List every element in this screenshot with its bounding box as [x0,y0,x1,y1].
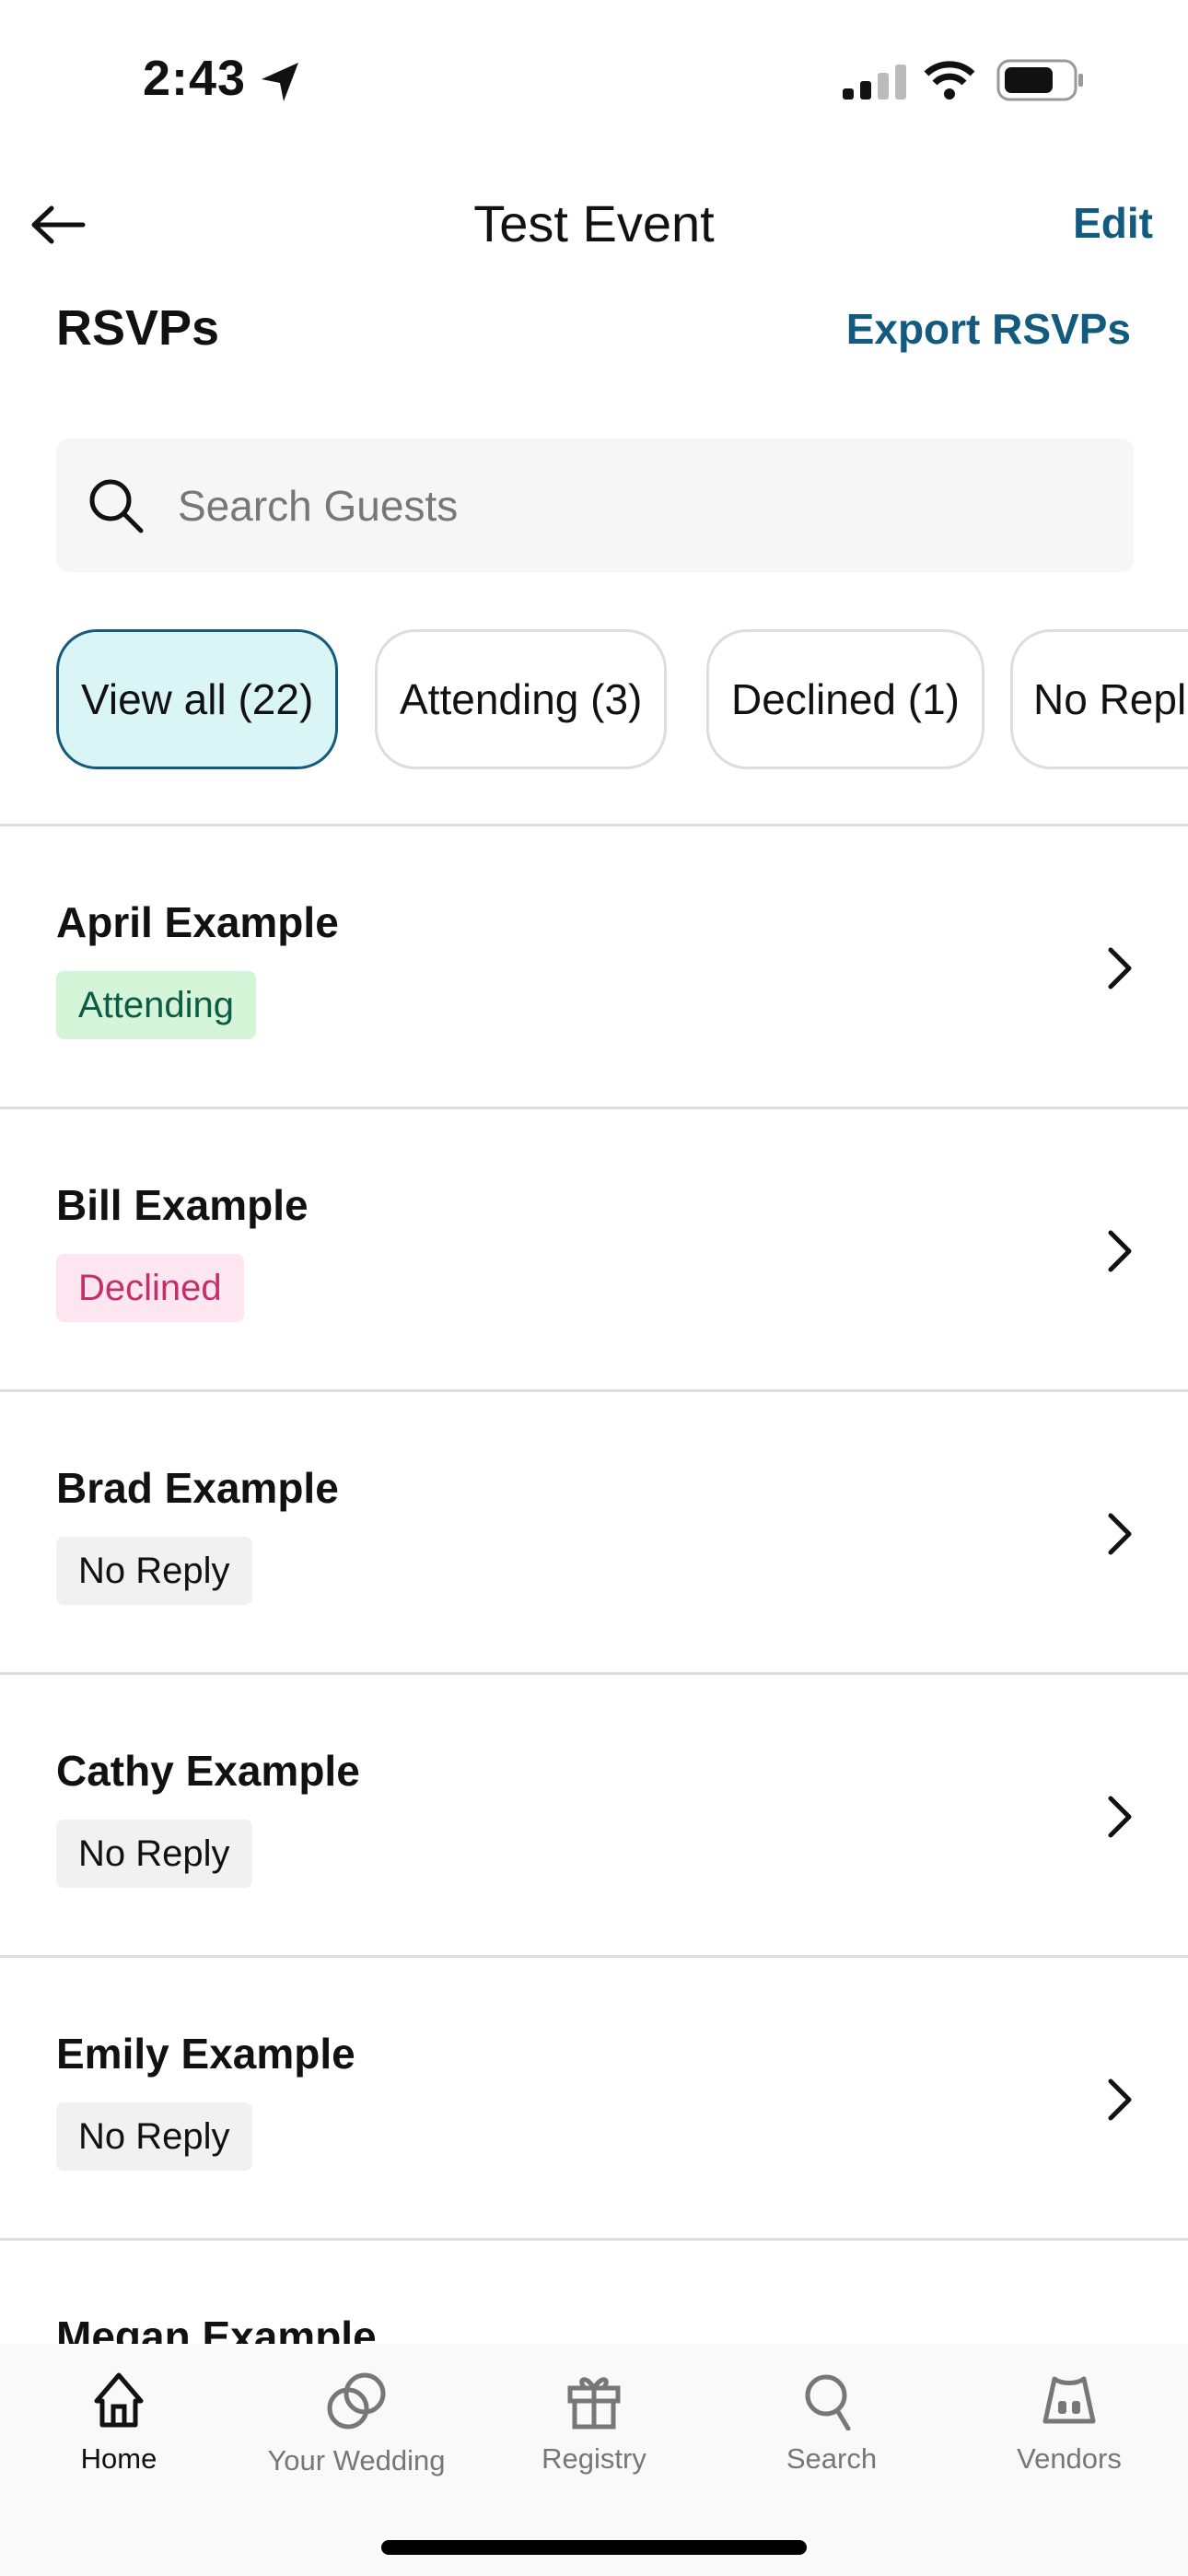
battery-icon [996,59,1083,101]
search-input[interactable]: Search Guests [56,439,1134,572]
filter-no-reply[interactable]: No Repl [1010,629,1188,769]
location-arrow-icon [262,63,298,101]
tab-your-wedding[interactable]: Your Wedding [238,2344,475,2477]
rings-icon [327,2372,386,2430]
guest-row[interactable]: Cathy Example No Reply [0,1674,1188,1957]
filter-declined[interactable]: Declined (1) [706,629,984,769]
tab-home[interactable]: Home [0,2344,238,2476]
wifi-icon [924,61,975,100]
tab-search[interactable]: Search [713,2344,950,2476]
search-icon [805,2374,851,2431]
status-badge: No Reply [56,2102,252,2171]
guest-name: Emily Example [56,2030,355,2078]
status-badge: Attending [56,971,257,1039]
status-time: 2:43 [143,51,247,106]
page-title: Test Event [473,194,715,252]
status-badge: No Reply [56,1537,252,1605]
guest-name: Brad Example [56,1464,339,1512]
tab-vendors[interactable]: Vendors [950,2344,1188,2476]
home-icon [94,2372,144,2428]
guest-row[interactable]: Emily Example No Reply [0,1957,1188,2240]
search-icon [89,479,144,533]
chevron-right-icon [1108,2078,1132,2121]
guest-name: Bill Example [56,1181,309,1229]
vendors-icon [1042,2376,1096,2424]
chevron-right-icon [1108,1513,1132,1555]
guest-name: Cathy Example [56,1747,360,1795]
edit-button[interactable]: Edit [1073,198,1153,248]
guest-row[interactable]: Brad Example No Reply [0,1391,1188,1674]
status-badge: Declined [56,1254,244,1322]
guest-name: April Example [56,898,339,946]
section-title: RSVPs [56,300,220,356]
chevron-right-icon [1108,1230,1132,1272]
cellular-signal-icon [843,64,906,100]
search-placeholder: Search Guests [178,482,459,530]
filter-view-all[interactable]: View all (22) [56,629,339,769]
export-rsvps-button[interactable]: Export RSVPs [846,304,1131,354]
filter-attending[interactable]: Attending (3) [375,629,668,769]
home-indicator [381,2540,807,2555]
status-badge: No Reply [56,1820,252,1888]
chevron-right-icon [1108,947,1132,989]
gift-icon [567,2377,621,2430]
chevron-right-icon [1108,1796,1132,1838]
guest-row[interactable]: Bill Example Declined [0,1108,1188,1391]
guest-row[interactable]: April Example Attending [0,825,1188,1108]
tab-registry[interactable]: Registry [475,2344,713,2476]
